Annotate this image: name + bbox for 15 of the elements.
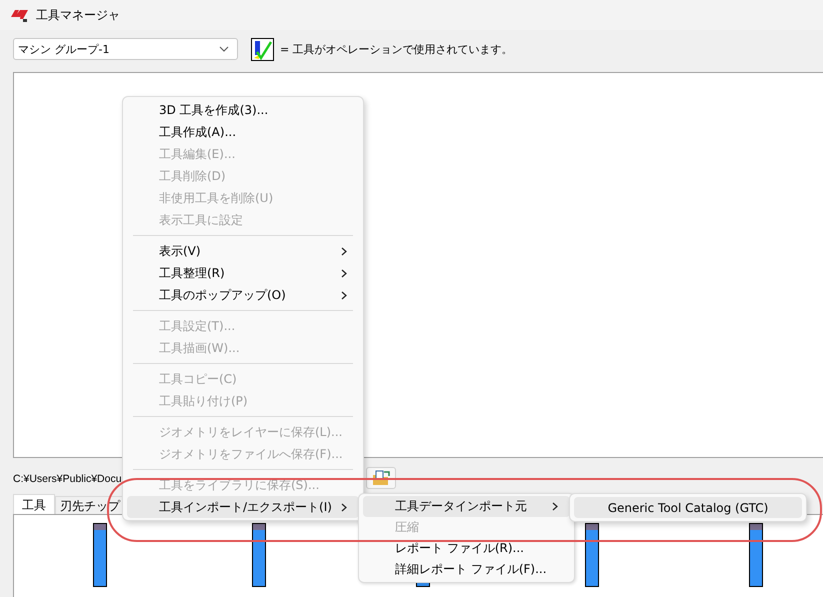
menu-item[interactable]: 工具インポート/エクスポート(I) bbox=[127, 496, 359, 518]
menu-item[interactable]: 3D 工具を作成(3)... bbox=[127, 99, 359, 121]
menu-item[interactable]: 工具データインポート元 bbox=[363, 496, 570, 517]
menu-item[interactable]: 工具作成(A)... bbox=[127, 121, 359, 143]
menu-item[interactable]: 工具整理(R) bbox=[127, 262, 359, 284]
menu-item[interactable]: 表示(V) bbox=[127, 240, 359, 262]
legend-text: = 工具がオペレーションで使用されています。 bbox=[280, 42, 513, 56]
menu-item[interactable]: 工具のポップアップ(O) bbox=[127, 284, 359, 306]
tab[interactable]: 工具 bbox=[13, 494, 55, 516]
machine-group-dropdown[interactable]: マシン グループ-1 bbox=[13, 38, 238, 60]
window-title: 工具マネージャ bbox=[36, 6, 120, 24]
menu-item[interactable]: 詳細レポート ファイル(F)... bbox=[363, 559, 570, 580]
menu-item[interactable]: レポート ファイル(R)... bbox=[363, 538, 570, 559]
menu-item[interactable]: Generic Tool Catalog (GTC) bbox=[574, 497, 802, 518]
file-path: C:¥Users¥Public¥Docu bbox=[13, 472, 122, 484]
